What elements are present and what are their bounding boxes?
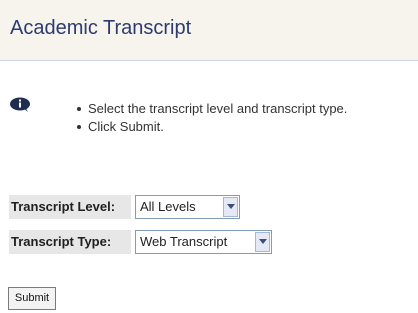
page: Academic Transcript Select the transcrip… [0, 0, 418, 313]
transcript-level-value: All Levels [140, 199, 196, 214]
page-title: Academic Transcript [10, 17, 192, 39]
instructions-list: Select the transcript level and transcri… [70, 100, 347, 136]
transcript-type-label: Transcript Type: [9, 230, 131, 254]
transcript-level-label: Transcript Level: [9, 195, 131, 219]
transcript-level-select[interactable]: All Levels [135, 195, 240, 219]
dropdown-arrow-icon[interactable] [255, 232, 270, 252]
instruction-item: Click Submit. [70, 118, 347, 136]
transcript-type-select[interactable]: Web Transcript [135, 230, 272, 254]
info-icon [9, 97, 31, 113]
dropdown-arrow-icon[interactable] [223, 197, 238, 217]
submit-button[interactable]: Submit [8, 287, 56, 310]
title-bar: Academic Transcript [0, 0, 418, 61]
transcript-type-value: Web Transcript [140, 234, 228, 249]
instruction-item: Select the transcript level and transcri… [70, 100, 347, 118]
